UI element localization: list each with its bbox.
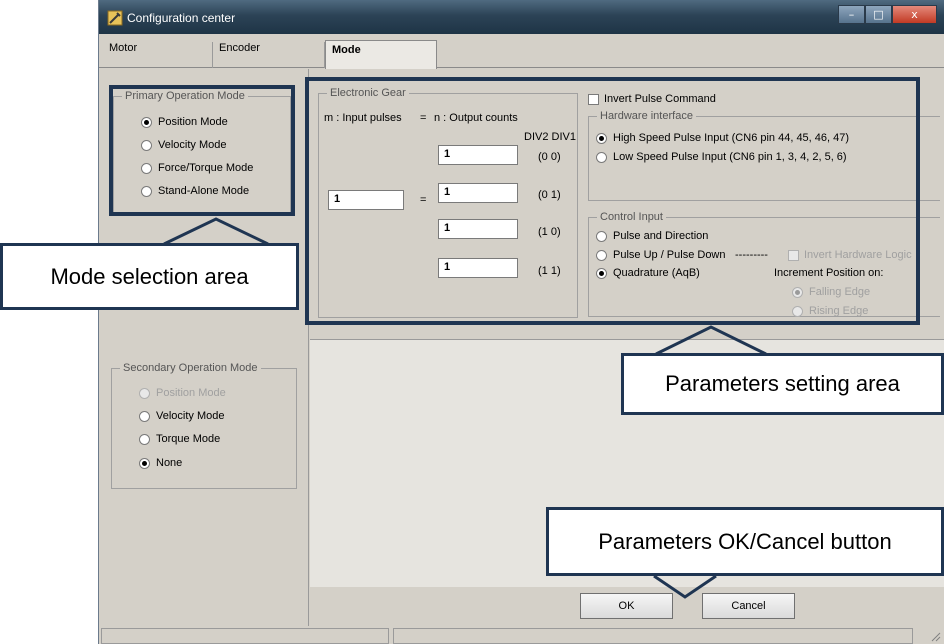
ok-cancel-callout: Parameters OK/Cancel button [546,507,944,576]
mode-selection-callout: Mode selection area [0,243,299,310]
parameters-setting-callout: Parameters setting area [621,353,944,415]
